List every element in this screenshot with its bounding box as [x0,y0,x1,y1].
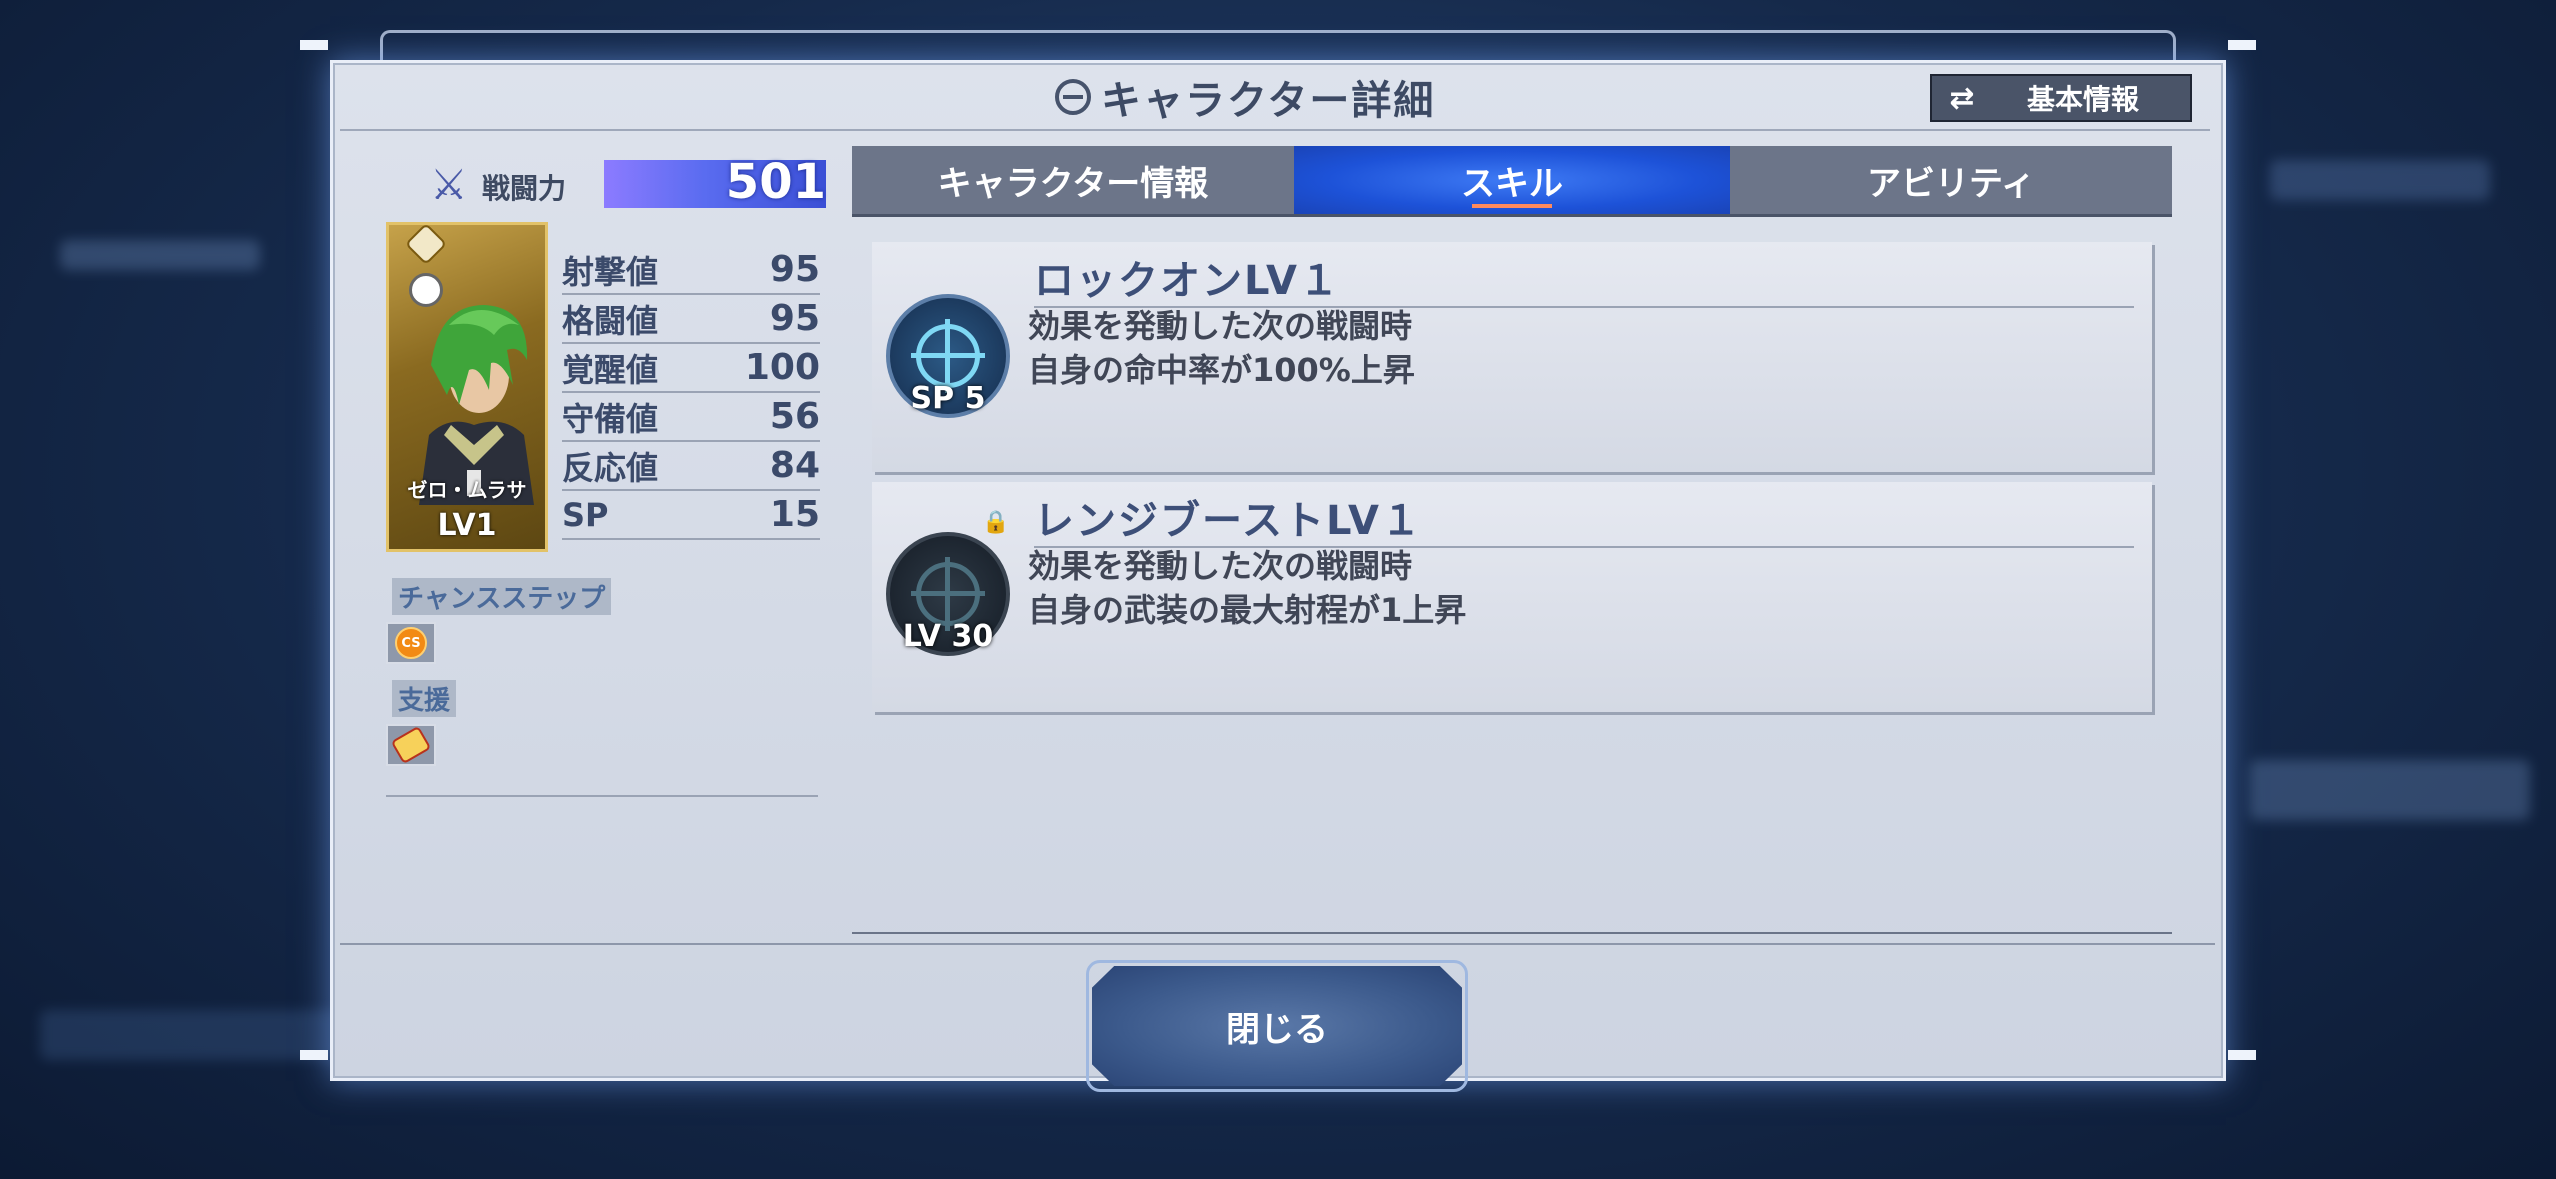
panel-corner [300,40,328,50]
skill-description-line: 自身の武装の最大射程が1上昇 [1028,591,1467,629]
right-divider [852,932,2172,934]
stat-value: 15 [769,494,820,535]
skill-title: ロックオンLV１ [1034,248,2134,308]
stat-value: 56 [769,396,820,437]
page-title-text: キャラクター詳細 [1101,78,1436,124]
background-shape [60,240,260,270]
active-tab-indicator [1472,204,1552,208]
close-button[interactable]: 閉じる [1092,966,1462,1086]
chance-step-icon: CS [395,627,427,659]
skill-description: 効果を発動した次の戦闘時 自身の命中率が100%上昇 [1028,304,1415,392]
tab-skill[interactable]: スキル [1294,146,1730,214]
tab-label: スキル [1461,163,1563,204]
panel-corner [2228,40,2256,50]
page-title: キャラクター詳細 [1055,68,1435,126]
stat-name: 射撃値 [562,252,659,291]
equipment-badge-icon [404,225,448,266]
character-level: LV1 [437,508,497,543]
stat-name: 反応値 [562,448,659,487]
chance-step-slot[interactable]: CS [386,622,436,664]
skill-sp-cost: SP 5 [910,381,986,416]
stat-name: 覚醒値 [562,350,659,389]
crosshair-icon [911,319,985,393]
stat-name: 守備値 [562,399,659,438]
stat-value: 95 [769,249,820,290]
tab-label: キャラクター情報 [937,163,1209,204]
character-card[interactable]: ゼロ・ムラサ LV1 [386,222,548,552]
stat-row: 守備値 56 [562,393,820,442]
skill-description-line: 効果を発動した次の戦闘時 [1028,307,1413,345]
background-shape [2270,160,2490,200]
skill-description: 効果を発動した次の戦闘時 自身の武装の最大射程が1上昇 [1028,544,1466,632]
stat-value: 100 [744,347,820,388]
stat-value: 84 [769,445,820,486]
basic-info-button[interactable]: ⇄ 基本情報 [1930,74,2192,122]
stat-row: SP 15 [562,491,820,540]
support-item-icon [390,725,432,765]
background-shape [2250,760,2530,820]
chance-step-label: チャンスステップ [392,578,612,615]
tab-character-info[interactable]: キャラクター情報 [852,146,1294,214]
support-label: 支援 [392,680,457,717]
character-name: ゼロ・ムラサ [407,478,527,502]
stats-list: 射撃値 95 格闘値 95 覚醒値 100 守備値 56 反応値 84 SP 1… [562,246,820,540]
stat-row: 射撃値 95 [562,246,820,295]
tab-label: アビリティ [1867,163,2035,204]
skill-title: レンジブーストLV１ [1034,488,2134,548]
close-button-label: 閉じる [1226,1009,1328,1050]
stat-value: 95 [769,298,820,339]
skill-icon: LV 30 [886,532,1010,656]
stat-name: SP [562,495,609,534]
stat-row: 格闘値 95 [562,295,820,344]
stat-name: 格闘値 [562,301,659,340]
crossed-swords-icon: ⚔ [430,160,468,209]
skill-card-lock-on[interactable]: SP 5 ロックオンLV１ 効果を発動した次の戦闘時 自身の命中率が100%上昇 [872,242,2152,472]
background-shape [40,1010,340,1060]
footer-divider [340,943,2215,945]
shuffle-icon: ⇄ [1949,80,1975,116]
panel-corner [300,1050,328,1060]
helmet-icon [1055,79,1091,115]
support-slot[interactable] [386,724,436,766]
crosshair-icon [911,557,985,631]
skill-icon: SP 5 [886,294,1010,418]
detail-tabs: キャラクター情報 スキル アビリティ [852,146,2172,217]
left-divider [386,795,818,797]
skill-unlock-level: LV 30 [902,619,994,654]
basic-info-label: 基本情報 [2026,83,2139,116]
skill-description-line: 効果を発動した次の戦闘時 [1028,547,1413,585]
skill-card-range-boost[interactable]: LV 30 🔒 レンジブーストLV１ 効果を発動した次の戦闘時 自身の武装の最大… [872,482,2152,712]
combat-power-value: 501 [725,154,826,210]
tab-ability[interactable]: アビリティ [1730,146,2172,214]
panel-corner [2228,1050,2256,1060]
character-portrait [419,305,534,505]
skill-description-line: 自身の命中率が100%上昇 [1028,351,1415,389]
lock-icon: 🔒 [982,510,1010,535]
stat-row: 反応値 84 [562,442,820,491]
combat-power-label: 戦闘力 [482,172,567,205]
stat-row: 覚醒値 100 [562,344,820,393]
